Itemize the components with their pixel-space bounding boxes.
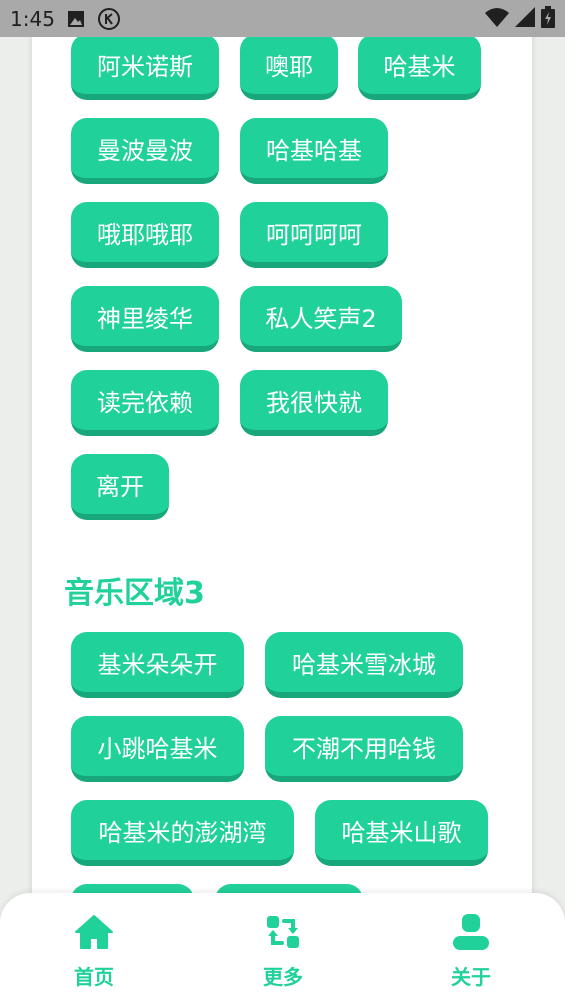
- sound-button[interactable]: 基米朵朵开: [71, 632, 244, 698]
- status-bar: 1:45: [0, 0, 565, 37]
- sound-button[interactable]: 读完依赖: [71, 370, 219, 436]
- sound-button[interactable]: 哦耶哦耶: [71, 202, 219, 268]
- nav-item-home[interactable]: 首页: [49, 911, 139, 991]
- sound-button[interactable]: 不潮不用哈钱: [265, 716, 463, 782]
- wifi-icon: [485, 7, 509, 31]
- section-title: 音乐区域3: [64, 576, 205, 611]
- image-notification-icon: [67, 10, 85, 28]
- nav-label: 关于: [451, 965, 491, 989]
- nav-label: 更多: [263, 965, 303, 989]
- sound-button[interactable]: 呵呵呵呵: [240, 202, 388, 268]
- k-notification-icon: [97, 7, 121, 31]
- sound-button[interactable]: 哈基米: [358, 34, 481, 100]
- sound-button[interactable]: 哈基米的澎湖湾: [71, 800, 294, 866]
- sound-button[interactable]: 神里绫华: [71, 286, 219, 352]
- user-icon: [450, 911, 492, 953]
- home-icon: [73, 911, 115, 953]
- sound-button[interactable]: 哈基米山歌: [315, 800, 488, 866]
- sound-button[interactable]: 哈基哈基: [240, 118, 388, 184]
- nav-item-more[interactable]: 更多: [238, 911, 328, 991]
- sound-button[interactable]: 曼波曼波: [71, 118, 219, 184]
- sound-button[interactable]: 哈基米雪冰城: [265, 632, 463, 698]
- sound-button[interactable]: 离开: [71, 454, 169, 520]
- sound-button[interactable]: 私人笑声2: [240, 286, 402, 352]
- refresh-icon: [262, 911, 304, 953]
- sound-button[interactable]: 阿米诺斯: [71, 34, 219, 100]
- sound-button[interactable]: 噢耶: [240, 34, 338, 100]
- nav-label: 首页: [74, 965, 114, 989]
- status-time: 1:45: [10, 6, 55, 31]
- nav-item-about[interactable]: 关于: [426, 911, 516, 991]
- signal-icon: [515, 6, 535, 31]
- sound-button[interactable]: 小跳哈基米: [71, 716, 244, 782]
- sound-button[interactable]: 我很快就: [240, 370, 388, 436]
- bottom-navigation: 首页 更多 关于: [0, 893, 565, 1004]
- battery-icon: [541, 5, 555, 32]
